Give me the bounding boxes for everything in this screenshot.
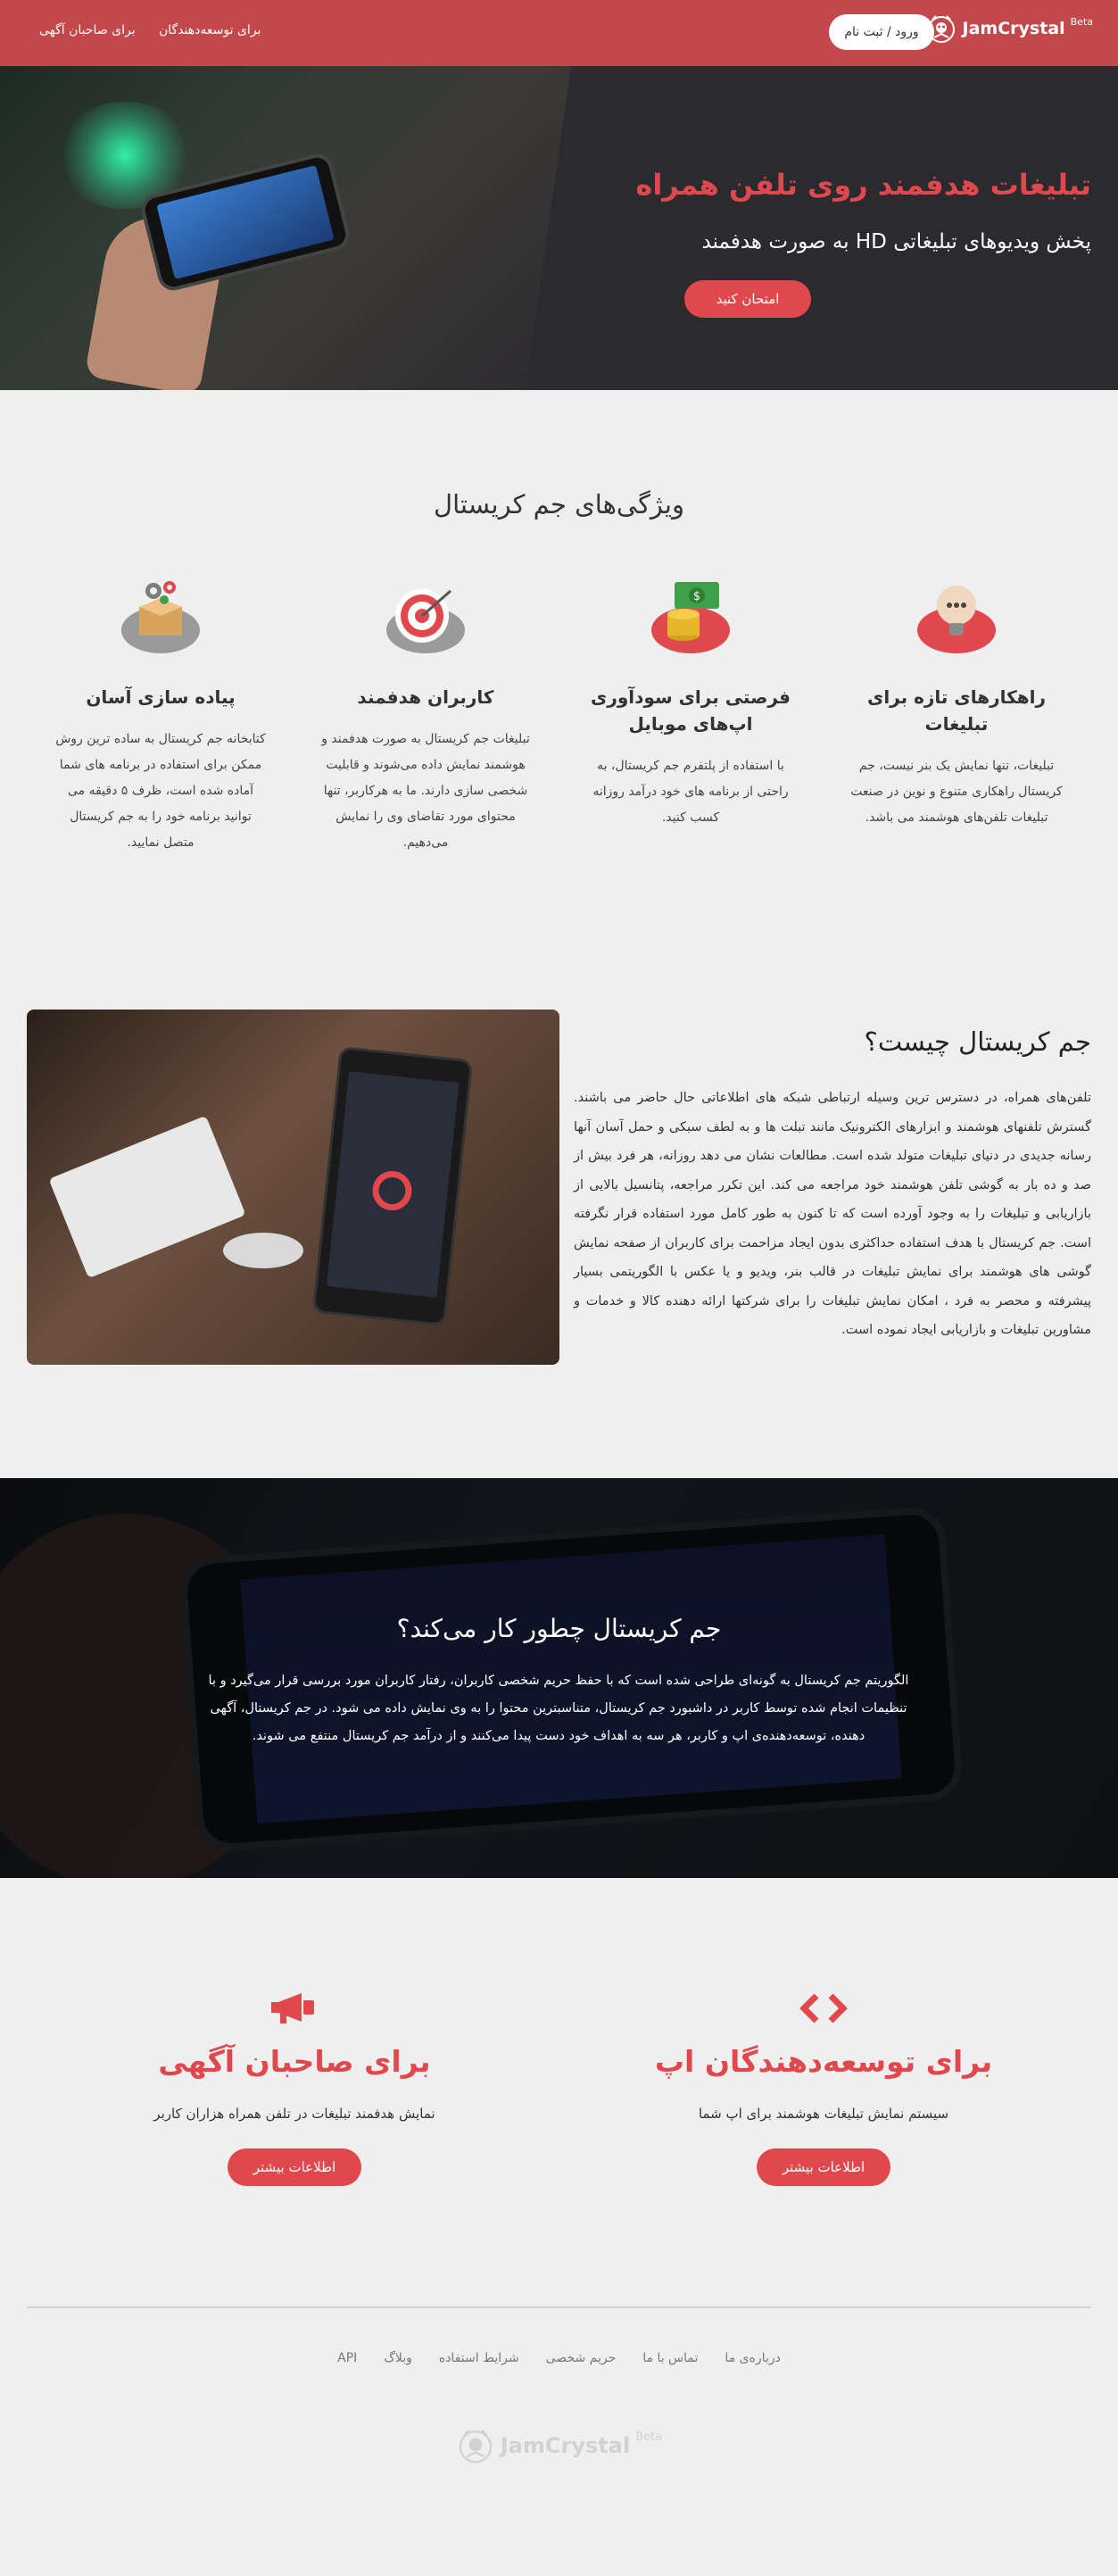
feature-title: پیاده سازی آسان <box>86 686 236 708</box>
footer-link-api[interactable]: API <box>337 2351 357 2365</box>
footer-link-contact[interactable]: تماس با ما <box>642 2351 698 2365</box>
login-register-button[interactable]: ورود / ثبت نام <box>829 14 934 50</box>
lightbulb-icon <box>914 571 999 657</box>
feature-targeted-users: کاربران هدفمند تبلیغات جم کریستال به صور… <box>319 571 533 856</box>
brand-beta-label: Beta <box>1070 15 1093 28</box>
top-navbar: JamCrystal Beta ورود / ثبت نام برای توسع… <box>0 0 1118 66</box>
how-it-works-text: الگوریتم جم کریستال به گونه‌ای طراحی شده… <box>208 1674 909 1743</box>
footer-divider <box>27 2306 1091 2308</box>
feature-text: تبلیغات جم کریستال به صورت هدفمند و هوشم… <box>321 732 530 850</box>
svg-text:$: $ <box>693 590 700 603</box>
nav-link-developers[interactable]: برای توسعه‌دهندگان <box>159 23 261 37</box>
hero-banner <box>0 66 1118 390</box>
megaphone-icon <box>71 1990 518 2026</box>
what-is-title: جم کریستال چیست؟ <box>864 1026 1092 1057</box>
features-title: ویژگی‌های جم کریستال <box>434 489 684 519</box>
advertisers-more-info-button[interactable]: اطلاعات بیشتر <box>228 2148 361 2186</box>
brand-name: JamCrystal <box>962 19 1065 38</box>
hero-phone-photo <box>0 66 571 390</box>
feature-fresh-solutions: راهکارهای تازه برای تبلیغات تبلیغات، تنه… <box>849 571 1064 831</box>
target-icon <box>383 571 468 657</box>
advertisers-cta-text: نمایش هدفمند تبلیغات در تلفن همراه هزارا… <box>153 2106 435 2122</box>
advertisers-cta-title: برای صاحبان آگهی <box>158 2044 431 2079</box>
phone-in-hand-photo <box>27 1010 559 1365</box>
what-is-text: تلفن‌های همراه، در دسترس ترین وسیله ارتب… <box>574 1091 1091 1337</box>
footer-brand-beta: Beta <box>635 2430 663 2444</box>
footer-links: درباره‌ی ما تماس با ما حریم شخصی شرایط ا… <box>0 2351 1118 2365</box>
feature-title: کاربران هدفمند <box>357 686 494 708</box>
footer-brand-name: JamCrystal <box>500 2433 631 2458</box>
developers-cta-title: برای توسعه‌دهندگان اپ <box>654 2044 993 2079</box>
footer-link-privacy[interactable]: حریم شخصی <box>546 2351 617 2365</box>
money-coins-icon: $ <box>648 571 733 657</box>
brand-logo[interactable]: JamCrystal Beta <box>925 12 1093 45</box>
feature-text: کتابخانه جم کریستال به ساده ترین روش ممک… <box>55 732 266 850</box>
feature-title: راهکارهای تازه برای تبلیغات <box>867 686 1046 735</box>
footer-brand-logo: JamCrystal Beta <box>0 2426 1118 2465</box>
how-it-works-title: جم کریستال چطور کار می‌کند؟ <box>396 1614 722 1643</box>
try-it-button[interactable]: امتحان کنید <box>684 280 811 318</box>
box-gears-icon <box>118 571 203 657</box>
feature-text: با استفاده از پلتفرم جم کریستال، به راحت… <box>592 759 789 825</box>
feature-title: فرصتی برای سودآوری اپ‌های موبایل <box>591 686 791 735</box>
footer-link-terms[interactable]: شرایط استفاده <box>439 2351 519 2365</box>
footer-link-blog[interactable]: وبلاگ <box>384 2351 412 2365</box>
hero-title: تبلیغات هدفمند روی تلفن همراه <box>635 168 1091 202</box>
feature-monetization: $ فرصتی برای سودآوری اپ‌های موبایل با اس… <box>584 571 798 831</box>
hero-subtitle: پخش ویدیوهای تبلیغاتی HD به صورت هدفمند <box>701 230 1091 253</box>
developers-cta: برای توسعه‌دهندگان اپ سیستم نمایش تبلیغا… <box>600 1990 1047 2186</box>
developers-cta-text: سیستم نمایش تبلیغات هوشمند برای اپ شما <box>698 2106 949 2122</box>
advertisers-cta: برای صاحبان آگهی نمایش هدفمند تبلیغات در… <box>71 1990 518 2186</box>
nav-link-advertisers[interactable]: برای صاحبان آگهی <box>39 23 136 37</box>
crystal-logo-icon <box>459 2430 493 2464</box>
feature-easy-setup: پیاده سازی آسان کتابخانه جم کریستال به س… <box>54 571 268 856</box>
feature-text: تبلیغات، تنها نمایش یک بنر نیست، جم کریس… <box>850 759 1063 825</box>
footer-link-about[interactable]: درباره‌ی ما <box>725 2351 780 2365</box>
code-brackets-icon <box>600 1990 1047 2026</box>
developers-more-info-button[interactable]: اطلاعات بیشتر <box>757 2148 890 2186</box>
